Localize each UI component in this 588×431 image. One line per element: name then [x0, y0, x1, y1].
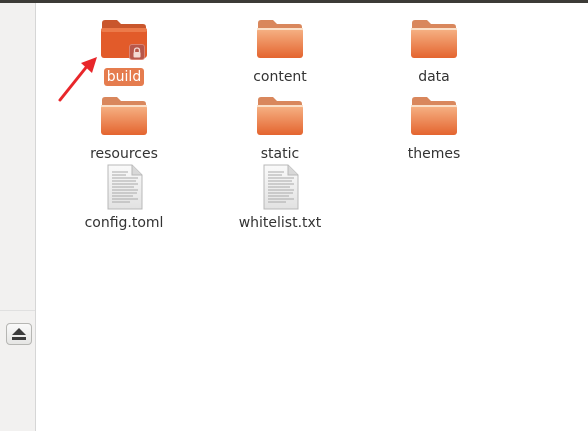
file-item-config-toml[interactable]: config.toml	[64, 163, 184, 232]
eject-button[interactable]	[6, 323, 32, 345]
folder-icon	[256, 17, 304, 65]
text-file-icon	[100, 163, 148, 211]
file-item-whitelist-txt[interactable]: whitelist.txt	[220, 163, 340, 232]
file-item-label: static	[260, 146, 300, 162]
sidebar	[0, 3, 36, 431]
lock-icon	[129, 44, 145, 60]
sidebar-divider	[0, 310, 35, 311]
file-item-label: resources	[90, 146, 158, 162]
folder-icon	[410, 94, 458, 142]
file-item-label: content	[253, 69, 307, 85]
folder-icon	[256, 94, 304, 142]
file-item-label: config.toml	[84, 215, 164, 231]
folder-icon	[410, 17, 458, 65]
file-item-static[interactable]: static	[220, 94, 340, 163]
file-item-label: build	[103, 68, 145, 86]
file-item-label: whitelist.txt	[238, 215, 322, 231]
text-file-icon	[256, 163, 304, 211]
red-arrow-annotation	[58, 57, 97, 102]
folder-icon	[100, 94, 148, 142]
file-item-data[interactable]: data	[374, 17, 494, 86]
folder-icon	[100, 17, 148, 65]
file-item-label: data	[418, 69, 450, 85]
file-item-themes[interactable]: themes	[374, 94, 494, 163]
eject-icon	[12, 328, 26, 340]
file-item-content[interactable]: content	[220, 17, 340, 86]
file-grid: build content data resources static them…	[37, 3, 588, 431]
file-item-label: themes	[407, 146, 461, 162]
